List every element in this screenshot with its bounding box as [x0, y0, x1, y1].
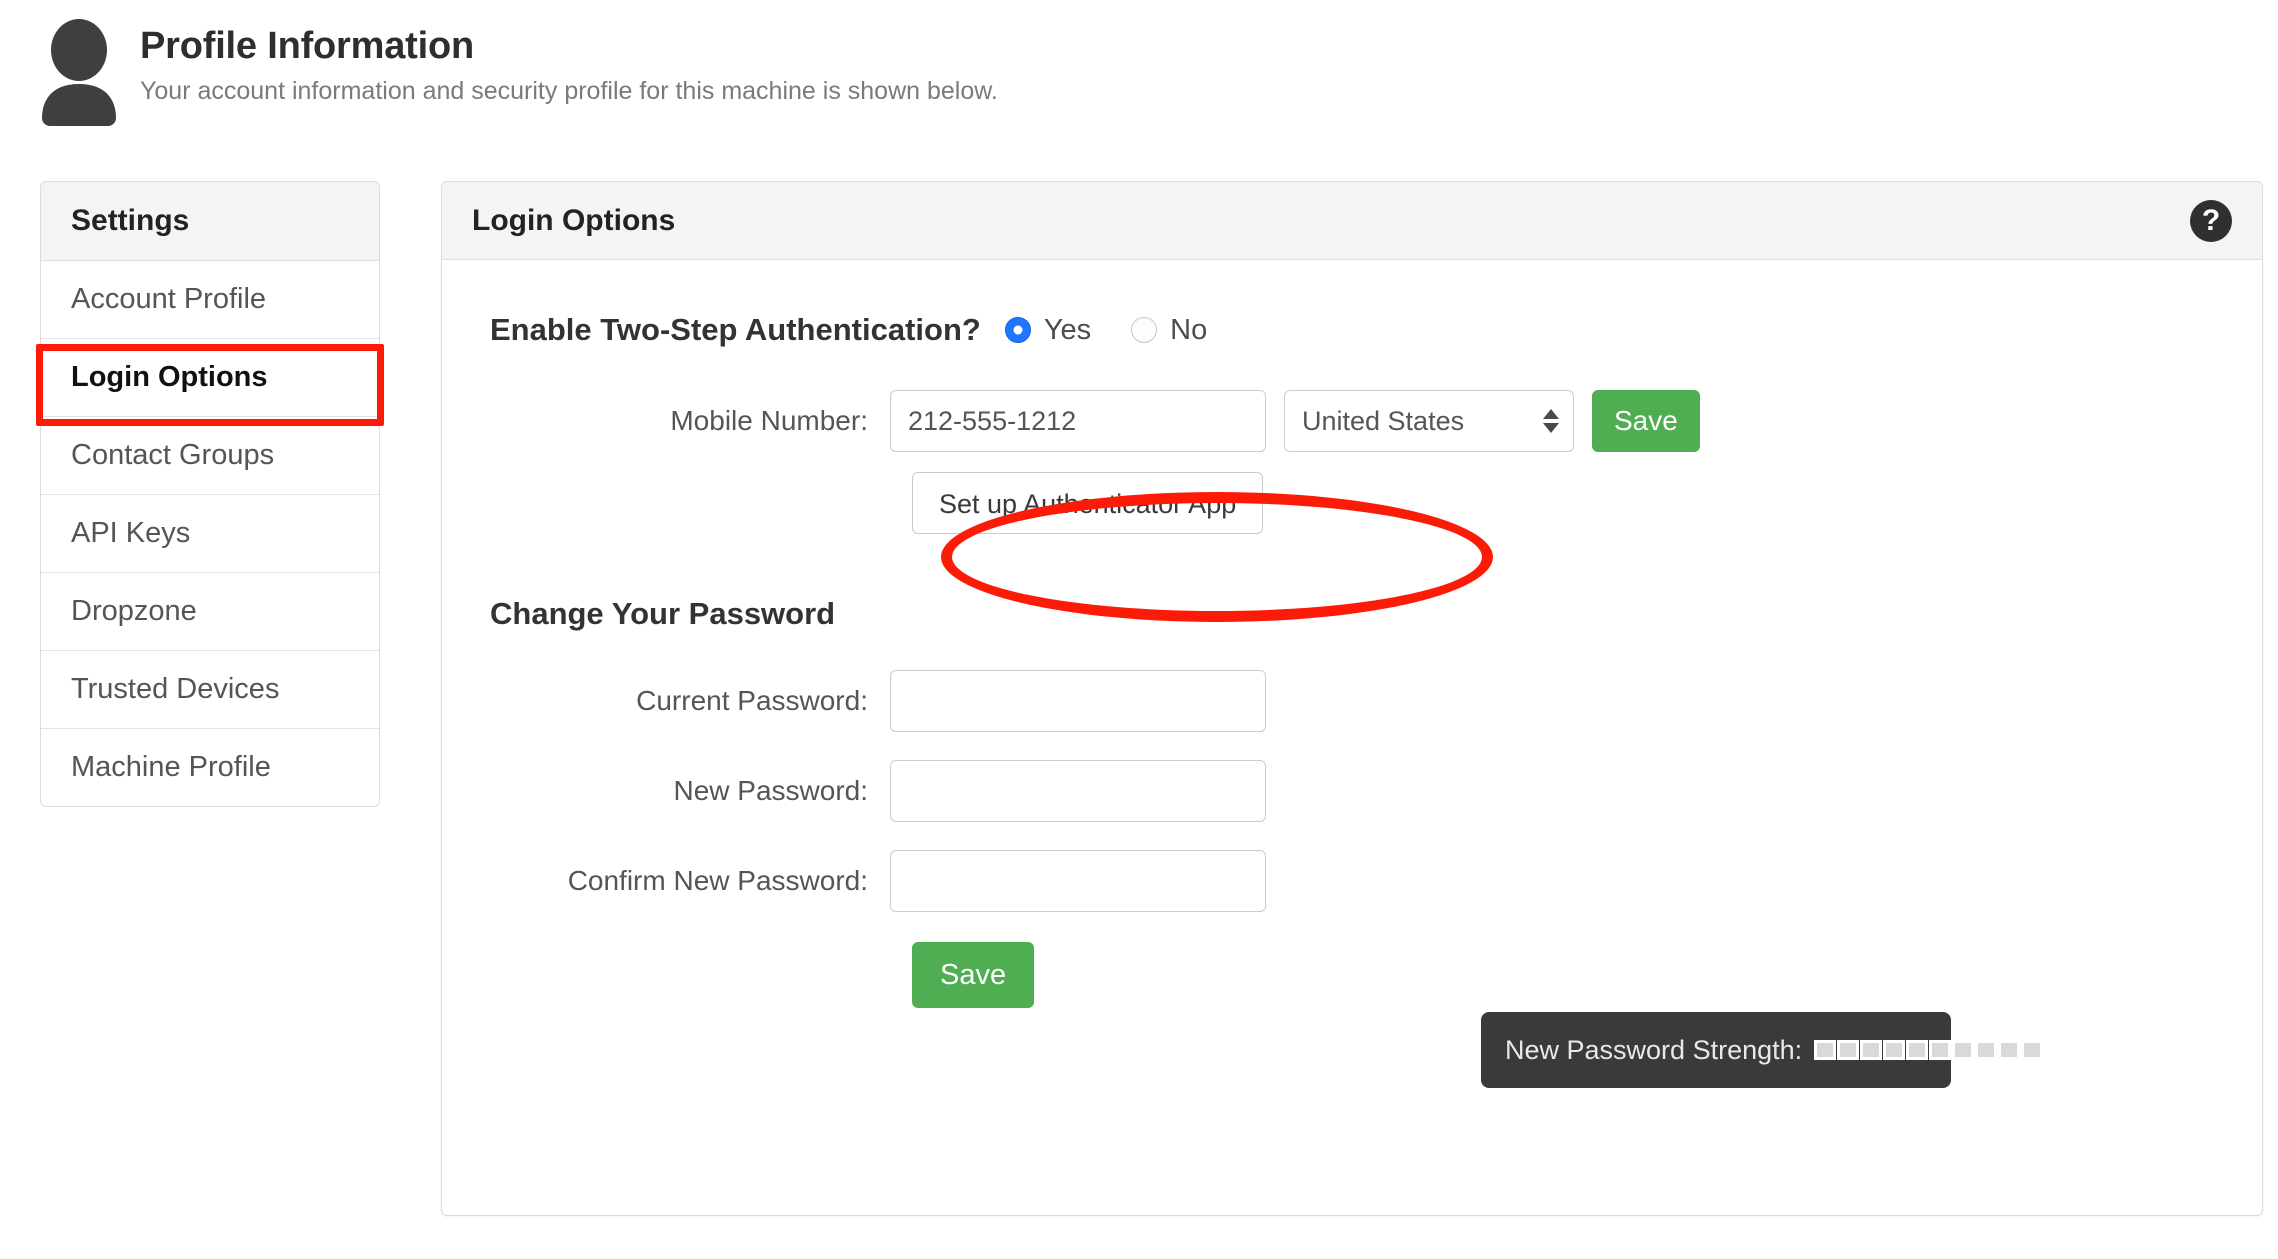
radio-label-no: No [1170, 314, 1207, 347]
sidebar-heading: Settings [41, 182, 379, 261]
authenticator-row: Set up Authenticator App [490, 472, 2262, 534]
two-step-radio-group: Yes No [1005, 314, 1247, 347]
sidebar-item-trusted-devices[interactable]: Trusted Devices [41, 651, 379, 729]
new-password-row: New Password: [490, 760, 2262, 822]
layout-spacer [490, 472, 912, 534]
page-title: Profile Information [140, 26, 998, 68]
change-password-heading: Change Your Password [490, 596, 2262, 632]
password-strength-meter [1814, 1040, 2044, 1060]
new-password-input[interactable] [890, 760, 1266, 822]
save-password-button[interactable]: Save [912, 942, 1034, 1008]
confirm-new-password-label: Confirm New Password: [490, 865, 890, 897]
radio-label-yes: Yes [1044, 314, 1091, 347]
password-strength-segment [1998, 1040, 2020, 1060]
mobile-number-row: Mobile Number: United States Save [490, 390, 2262, 452]
password-strength-segment [1975, 1040, 1997, 1060]
password-strength-segment [1906, 1040, 1928, 1060]
confirm-new-password-row: Confirm New Password: [490, 850, 2262, 912]
password-strength-segment [1837, 1040, 1859, 1060]
save-mobile-number-button[interactable]: Save [1592, 390, 1700, 452]
panel-body: Enable Two-Step Authentication? Yes No M… [442, 312, 2262, 1008]
current-password-input[interactable] [890, 670, 1266, 732]
sidebar-item-login-options[interactable]: Login Options [41, 339, 379, 417]
login-options-panel: Login Options ? Enable Two-Step Authenti… [441, 181, 2263, 1216]
radio-option-yes[interactable]: Yes [1005, 314, 1091, 347]
password-strength-segment [1952, 1040, 1974, 1060]
password-strength-segment [1814, 1040, 1836, 1060]
page-subtitle: Your account information and security pr… [140, 76, 998, 106]
panel-header: Login Options ? [442, 182, 2262, 260]
password-strength-widget: New Password Strength: [1481, 1012, 1951, 1088]
two-step-auth-row: Enable Two-Step Authentication? Yes No [490, 312, 2262, 348]
setup-authenticator-app-button[interactable]: Set up Authenticator App [912, 472, 1263, 534]
current-password-row: Current Password: [490, 670, 2262, 732]
password-strength-segment [1929, 1040, 1951, 1060]
chevron-updown-icon [1543, 409, 1559, 433]
user-avatar-icon [34, 14, 124, 126]
sidebar-item-account-profile[interactable]: Account Profile [41, 261, 379, 339]
sidebar-item-machine-profile[interactable]: Machine Profile [41, 729, 379, 806]
mobile-number-input[interactable] [890, 390, 1266, 452]
page-header: Profile Information Your account informa… [34, 14, 998, 126]
two-step-auth-question: Enable Two-Step Authentication? [490, 312, 981, 348]
header-text-block: Profile Information Your account informa… [140, 14, 998, 106]
country-select-value: United States [1302, 406, 1464, 437]
current-password-label: Current Password: [490, 685, 890, 717]
sidebar-item-api-keys[interactable]: API Keys [41, 495, 379, 573]
settings-sidebar: Settings Account Profile Login Options C… [40, 181, 380, 807]
radio-unselected-icon [1131, 317, 1157, 343]
panel-title: Login Options [472, 204, 675, 238]
new-password-label: New Password: [490, 775, 890, 807]
password-strength-segment [1883, 1040, 1905, 1060]
password-strength-label: New Password Strength: [1505, 1035, 1802, 1066]
password-strength-segment [1860, 1040, 1882, 1060]
radio-selected-icon [1005, 317, 1031, 343]
mobile-number-label: Mobile Number: [490, 405, 890, 437]
sidebar-item-contact-groups[interactable]: Contact Groups [41, 417, 379, 495]
country-select[interactable]: United States [1284, 390, 1574, 452]
question-mark-help-icon[interactable]: ? [2190, 200, 2232, 242]
radio-option-no[interactable]: No [1131, 314, 1207, 347]
sidebar-item-dropzone[interactable]: Dropzone [41, 573, 379, 651]
password-strength-segment [2021, 1040, 2043, 1060]
save-password-row: Save [912, 942, 2262, 1008]
confirm-new-password-input[interactable] [890, 850, 1266, 912]
